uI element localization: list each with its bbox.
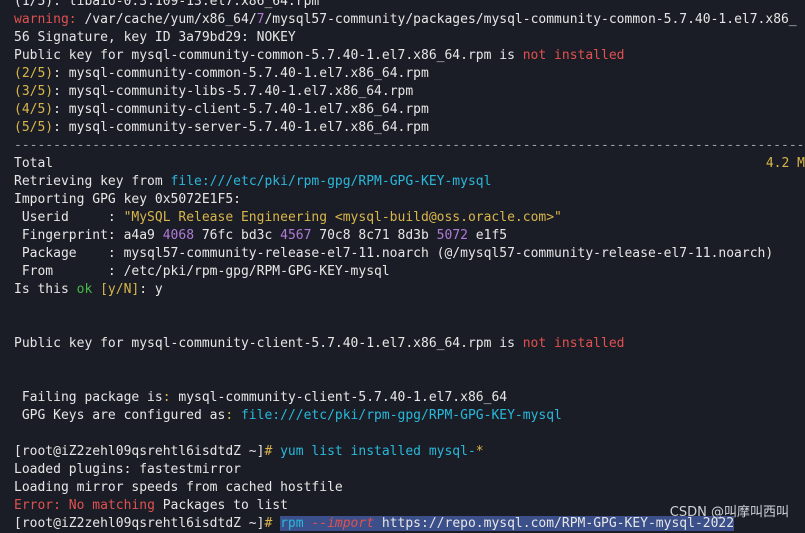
- total-value: 4.2 M: [765, 156, 805, 171]
- key-url: file:///etc/pki/rpm-gpg/RPM-GPG-KEY-mysq…: [170, 174, 492, 189]
- download-line-5: (5/5): mysql-community-server-5.7.40-1.e…: [14, 120, 429, 135]
- fingerprint-line: Fingerprint: a4a9 4068 76fc bd3c 4567 70…: [14, 228, 508, 243]
- from-line: From : /etc/pki/rpm-gpg/RPM-GPG-KEY-mysq…: [14, 264, 390, 279]
- download-line-2: (2/5): mysql-community-common-5.7.40-1.e…: [14, 66, 429, 81]
- importing-line: Importing GPG key 0x5072E1F5:: [14, 192, 241, 207]
- mirror-speeds-line: Loading mirror speeds from cached hostfi…: [14, 480, 343, 495]
- download-line-3: (3/5): mysql-community-libs-5.7.40-1.el7…: [14, 84, 414, 99]
- retrieving-line: Retrieving key from file:///etc/pki/rpm-…: [14, 174, 492, 189]
- status-not-installed: not installed: [522, 336, 625, 351]
- pubkey-line-1: Public key for mysql-community-common-5.…: [14, 48, 625, 63]
- warning-label: warning:: [14, 12, 77, 27]
- download-line-4: (4/5): mysql-community-client-5.7.40-1.e…: [14, 102, 429, 117]
- signature-line: 56 Signature, key ID 3a79bd29: NOKEY: [14, 30, 296, 45]
- failing-package-line: Failing package is: mysql-community-clie…: [14, 390, 508, 405]
- gpg-keys-line: GPG Keys are configured as: file:///etc/…: [14, 408, 562, 423]
- warning-line: warning: /var/cache/yum/x86_64/7/mysql57…: [14, 12, 797, 27]
- status-not-installed: not installed: [522, 48, 625, 63]
- confirm-prompt-line: Is this ok [y/N]: y: [14, 282, 163, 297]
- total-line: Total 4.2 M: [14, 156, 805, 171]
- package-line: Package : mysql57-community-release-el7-…: [14, 246, 774, 261]
- separator-line: ----------------------------------------…: [14, 138, 805, 153]
- pubkey-line-2: Public key for mysql-community-client-5.…: [14, 336, 625, 351]
- command-line-1: [root@iZ2zehl09qsrehtl6isdtdZ ~]# yum li…: [14, 444, 484, 459]
- shell-prompt: [root@iZ2zehl09qsrehtl6isdtdZ ~]: [14, 444, 265, 459]
- csdn-watermark: CSDN @叫摩叫西叫: [669, 505, 789, 520]
- download-line-1: (1/5): libaio-0.3.109-13.el7.x86_64.rpm: [14, 0, 320, 9]
- loaded-plugins-line: Loaded plugins: fastestmirror: [14, 462, 241, 477]
- terminal-output[interactable]: (1/5): libaio-0.3.109-13.el7.x86_64.rpm …: [14, 0, 805, 533]
- userid-line: Userid : "MySQL Release Engineering <mys…: [14, 210, 562, 225]
